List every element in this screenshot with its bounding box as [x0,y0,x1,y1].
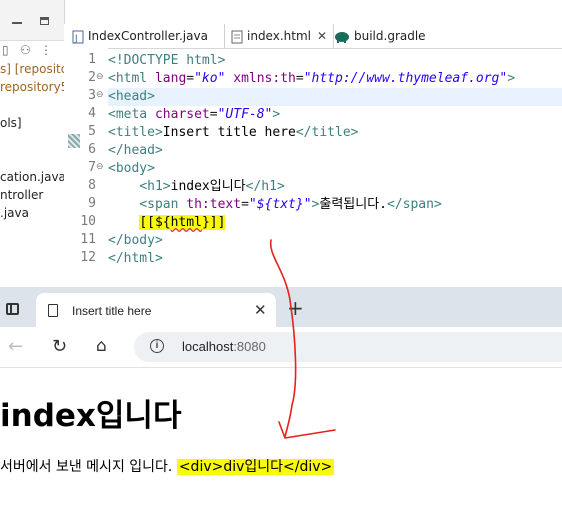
java-file-icon: J [72,30,84,44]
tab-label: index.html [247,29,311,43]
tree-item[interactable]: repository5 [0,80,68,94]
line-number: 2 [88,70,96,85]
tab-index-html[interactable]: index.html ✕ [224,24,335,48]
svg-text:J: J [74,34,78,44]
address-bar[interactable]: i localhost:8080 [134,332,562,362]
ide-window: ▯ ⚇ ⋮ s] [repositor repository5 ols] cat… [0,0,562,287]
code-line-6: </head> [108,143,163,158]
reload-icon[interactable]: ↻ [52,336,67,357]
back-arrow-icon[interactable]: ← [8,336,23,357]
tree-item[interactable]: .java [0,206,29,220]
fold-icon[interactable]: ⊖ [96,90,104,100]
fold-icon[interactable]: ⊖ [96,162,104,172]
browser-window: Insert title here ✕ + ← ↻ ⌂ i localhost:… [0,287,562,522]
close-icon[interactable]: ✕ [254,301,267,319]
escaped-html-output: <div>div입니다</div> [176,459,335,475]
line-number: 1 [88,52,96,67]
code-line-7: <body> [108,161,155,176]
code-line-9: <span th:text="${txt}">출력됩니다.</span> [139,197,442,212]
current-line-highlight [108,88,562,106]
line-number: 3 [88,88,96,103]
home-icon[interactable]: ⌂ [96,336,107,356]
filter-icon[interactable]: ⋮ [40,43,52,57]
fold-icon[interactable]: ⊖ [96,72,104,82]
link-editor-icon[interactable]: ⚇ [20,43,31,57]
highlighted-inline-expression: [[${html}]] [139,215,226,230]
new-tab-button[interactable]: + [287,296,304,320]
collapse-icon[interactable]: ▯ [2,43,9,57]
code-line-11: </body> [108,233,163,248]
tab-label: build.gradle [354,29,426,43]
tree-item[interactable]: s] [repositor [0,62,73,76]
code-line-8: <h1>index입니다</h1> [139,179,285,194]
line-number: 11 [80,232,96,247]
tab-actions-icon[interactable] [6,303,19,315]
gradle-elephant-icon [335,31,349,43]
browser-tab-title: Insert title here [72,304,152,318]
line-number: 4 [88,106,96,121]
url-port: :8080 [233,339,266,354]
page-icon [48,304,58,317]
line-number: 10 [80,214,96,229]
page-heading: index입니다 [0,398,182,434]
code-line-3: <head> [108,89,155,104]
html-file-icon [231,30,243,43]
line-number: 7 [88,160,96,175]
code-line-10: [[${html}]] [108,214,226,232]
line-number: 5 [88,124,96,139]
browser-toolbar: ← ↻ ⌂ i localhost:8080 [0,327,562,367]
browser-tab-strip: Insert title here ✕ + [0,287,562,327]
url-host: localhost [182,339,234,354]
line-number: 6 [88,142,96,157]
tab-label: IndexController.java [88,29,208,43]
package-explorer: ▯ ⚇ ⋮ s] [repositor repository5 ols] cat… [0,0,73,287]
line-number: 12 [80,250,96,265]
url-text[interactable]: localhost:8080 [182,339,266,354]
tree-item[interactable]: cation.java [0,170,66,184]
tree-item[interactable]: ols] [0,116,22,130]
browser-tab[interactable]: Insert title here ✕ [36,293,276,327]
editor-tab-bar: J IndexController.java index.html ✕ build.… [64,24,562,49]
tab-indexcontroller-java[interactable]: J IndexController.java [72,24,208,48]
tab-build-gradle[interactable]: build.gradle [334,24,426,48]
line-number: 9 [88,196,96,211]
page-message-line: 서버에서 보낸 메시지 입니다. <div>div입니다</div> [0,456,335,476]
code-line-12: </html> [108,251,163,266]
server-message-text: 서버에서 보낸 메시지 입니다. [0,459,173,475]
page-viewport: index입니다 서버에서 보낸 메시지 입니다. <div>div입니다</d… [0,367,562,522]
maximize-icon[interactable] [40,17,49,25]
package-explorer-toolbar: ▯ ⚇ ⋮ [0,40,64,60]
minimize-icon[interactable] [12,22,22,24]
code-editor[interactable]: <!DOCTYPE html> <html lang="ko" xmlns:th… [108,48,562,287]
code-line-2: <html lang="ko" xmlns:th="http://www.thy… [108,71,516,86]
code-line-5: <title>Insert title here</title> [108,125,359,140]
info-icon[interactable]: i [150,339,164,353]
code-line-1: <!DOCTYPE html> [108,53,226,68]
code-line-4: <meta charset="UTF-8"> [108,107,281,122]
tree-item[interactable]: ntroller [0,188,43,202]
close-icon[interactable]: ✕ [317,29,327,43]
package-explorer-header [0,0,64,41]
line-number: 8 [88,178,96,193]
line-number-gutter: 1 2 ⊖ 3 ⊖ 4 5 6 7 ⊖ 8 9 10 11 12 [64,48,108,287]
